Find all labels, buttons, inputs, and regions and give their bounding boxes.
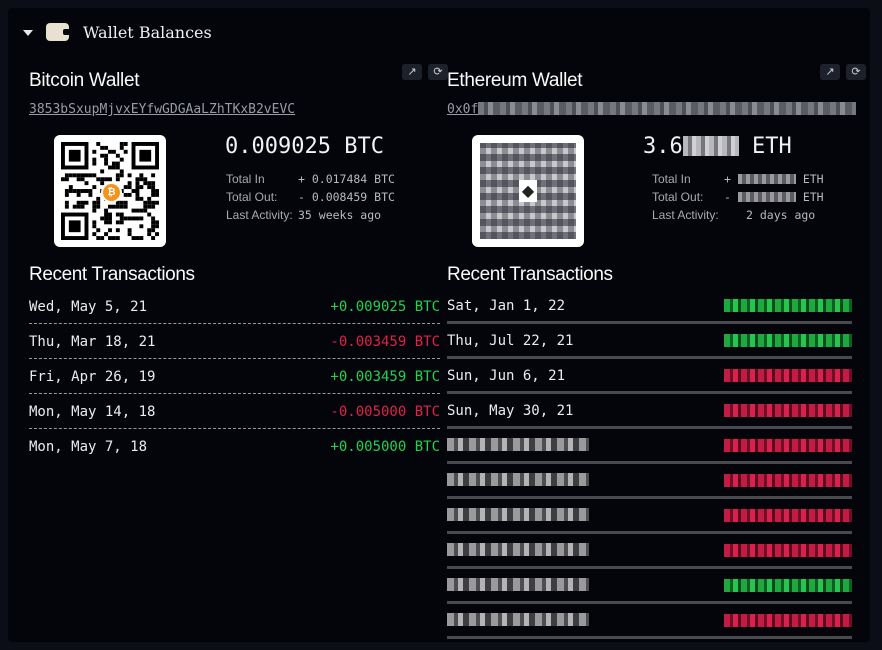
redacted-date xyxy=(447,612,589,626)
stat-total-out: Total Out: - ETH xyxy=(652,190,824,204)
refresh-icon[interactable]: ⟳ xyxy=(846,64,866,80)
stat-total-in: Total In + 0.017484 BTC xyxy=(226,172,395,186)
transaction-date: Sun, Jun 6, 21 xyxy=(447,368,566,384)
transaction-date: Fri, Apr 26, 19 xyxy=(29,369,156,385)
redacted-amount xyxy=(724,473,852,487)
wallet-title: Bitcoin Wallet xyxy=(29,70,140,91)
redacted-date xyxy=(447,472,589,486)
transaction-date xyxy=(447,436,589,455)
transaction-date: Wed, May 5, 21 xyxy=(29,299,148,315)
transaction-date xyxy=(447,471,589,490)
external-link-icon[interactable]: ↗ xyxy=(820,64,840,80)
caret-down-icon[interactable] xyxy=(23,29,33,36)
redacted-value xyxy=(737,174,796,184)
transaction-date: Sat, Jan 1, 22 xyxy=(447,298,566,314)
transaction-amount: -0.003459 BTC xyxy=(330,334,440,350)
stat-last-activity: Last Activity: 35 weeks ago xyxy=(226,208,382,222)
wallet-panel: Wallet Balances ↗ ⟳ Bitcoin Wallet 3853b… xyxy=(8,8,870,642)
wallet-address-link[interactable]: 3853bSxupMjvxEYfwGDGAaLZhTKxB2vEVC xyxy=(29,102,295,117)
wallet-title: Ethereum Wallet xyxy=(447,70,583,91)
transaction-date xyxy=(447,611,589,630)
qr-code: ◆ xyxy=(472,135,584,247)
transaction-row xyxy=(447,604,852,639)
ethereum-wallet-card: ↗ ⟳ Ethereum Wallet 0x0f ◆ 3.6 ETH Total… xyxy=(447,58,866,648)
redacted-date xyxy=(447,437,589,451)
transaction-row xyxy=(447,429,852,464)
wallet-stats: Total In + 0.017484 BTC Total Out: - 0.0… xyxy=(226,170,395,224)
transaction-list: Wed, May 5, 21 +0.009025 BTC Thu, Mar 18… xyxy=(29,289,440,463)
panel-title: Wallet Balances xyxy=(83,22,212,42)
recent-transactions-title: Recent Transactions xyxy=(447,264,613,285)
transaction-list: Sat, Jan 1, 22 Thu, Jul 22, 21 Sun, Jun 6,… xyxy=(447,289,852,639)
transaction-date: Sun, May 30, 21 xyxy=(447,403,574,419)
redacted-amount xyxy=(724,333,852,347)
redacted-balance xyxy=(682,136,739,156)
transaction-row: Mon, May 14, 18 -0.005000 BTC xyxy=(29,394,440,429)
transaction-row xyxy=(447,534,852,569)
wallet-icon xyxy=(46,23,70,41)
transaction-date: Mon, May 14, 18 xyxy=(29,404,156,420)
transaction-amount: +0.003459 BTC xyxy=(330,369,440,385)
transaction-date xyxy=(447,506,589,525)
wallet-balance: 0.009025 BTC xyxy=(225,134,384,159)
transaction-row: Fri, Apr 26, 19 +0.003459 BTC xyxy=(29,359,440,394)
redacted-value xyxy=(737,192,796,202)
redacted-amount xyxy=(724,438,852,452)
redacted-date xyxy=(447,577,589,591)
refresh-icon[interactable]: ⟳ xyxy=(428,64,448,80)
wallet-balance: 3.6 ETH xyxy=(643,134,792,159)
stat-total-out: Total Out: - 0.008459 BTC xyxy=(226,190,395,204)
redacted-amount xyxy=(724,298,852,312)
transaction-amount: +0.005000 BTC xyxy=(330,439,440,455)
transaction-row xyxy=(447,499,852,534)
redacted-amount xyxy=(724,578,852,592)
transaction-row xyxy=(447,569,852,604)
external-link-icon[interactable]: ↗ xyxy=(402,64,422,80)
wallet-address-link[interactable]: 0x0f xyxy=(447,102,857,117)
redacted-amount xyxy=(724,613,852,627)
transaction-row: Wed, May 5, 21 +0.009025 BTC xyxy=(29,289,440,324)
ethereum-logo-icon: ◆ xyxy=(519,180,537,202)
qr-code: ₿ xyxy=(54,135,166,247)
transaction-row xyxy=(447,464,852,499)
transaction-date: Thu, Mar 18, 21 xyxy=(29,334,156,350)
bitcoin-logo-icon: ₿ xyxy=(101,182,122,203)
transaction-date xyxy=(447,576,589,595)
transaction-row: Sun, Jun 6, 21 xyxy=(447,359,852,394)
transaction-row: Sun, May 30, 21 xyxy=(447,394,852,429)
panel-header[interactable]: Wallet Balances xyxy=(16,19,212,45)
transaction-row: Sat, Jan 1, 22 xyxy=(447,289,852,324)
transaction-row: Mon, May 7, 18 +0.005000 BTC xyxy=(29,429,440,463)
stat-last-activity: Last Activity: 2 days ago xyxy=(652,208,816,222)
redacted-amount xyxy=(724,368,852,382)
redacted-date xyxy=(447,507,589,521)
redacted-amount xyxy=(724,508,852,522)
wallet-stats: Total In + ETH Total Out: - ETH Last Act… xyxy=(652,170,824,224)
transaction-amount: +0.009025 BTC xyxy=(330,299,440,315)
redacted-address xyxy=(478,102,857,115)
transaction-amount: -0.005000 BTC xyxy=(330,404,440,420)
transaction-row: Thu, Mar 18, 21 -0.003459 BTC xyxy=(29,324,440,359)
stat-total-in: Total In + ETH xyxy=(652,172,824,186)
bitcoin-wallet-card: ↗ ⟳ Bitcoin Wallet 3853bSxupMjvxEYfwGDGA… xyxy=(29,58,448,648)
transaction-date xyxy=(447,541,589,560)
transaction-date: Mon, May 7, 18 xyxy=(29,439,148,455)
redacted-date xyxy=(447,542,589,556)
redacted-amount xyxy=(724,543,852,557)
recent-transactions-title: Recent Transactions xyxy=(29,264,195,285)
transaction-row: Thu, Jul 22, 21 xyxy=(447,324,852,359)
redacted-amount xyxy=(724,403,852,417)
transaction-date: Thu, Jul 22, 21 xyxy=(447,333,574,349)
